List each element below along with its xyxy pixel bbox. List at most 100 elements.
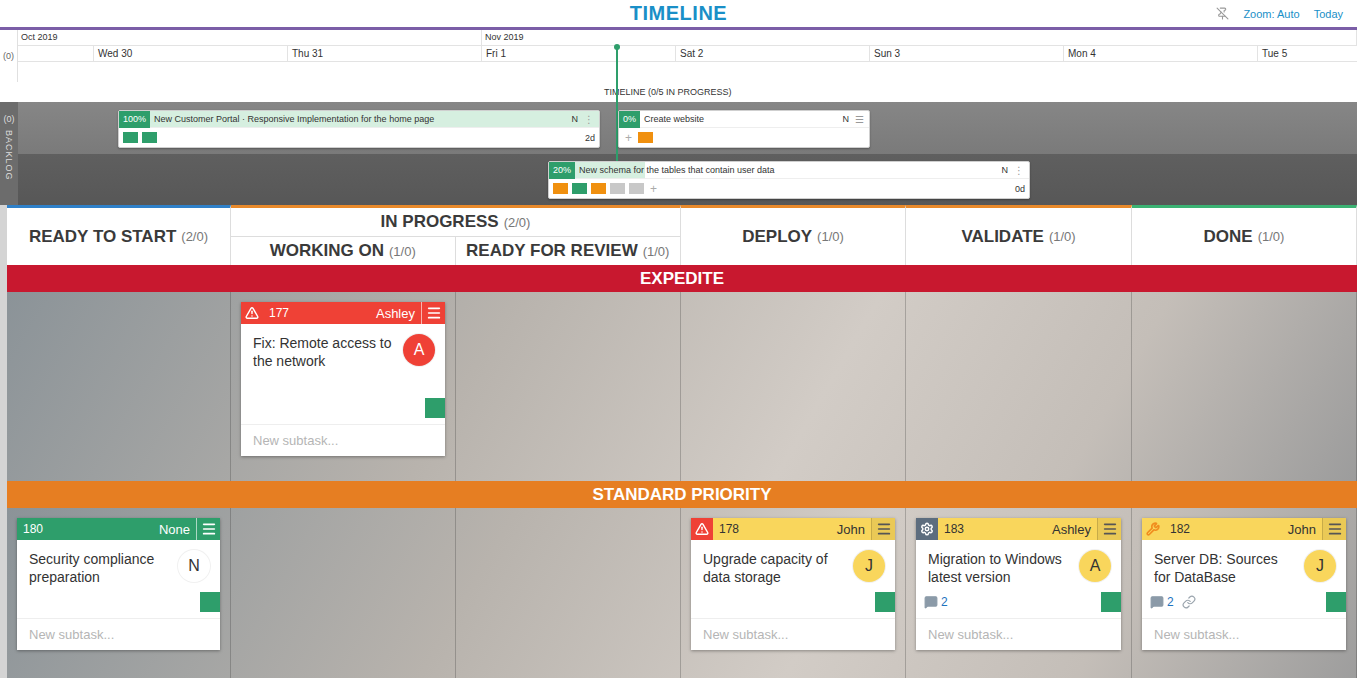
owner-initial: N bbox=[839, 114, 854, 124]
day: Sun 3 bbox=[869, 46, 1063, 61]
today-button[interactable]: Today bbox=[1314, 8, 1343, 20]
task-marker[interactable] bbox=[638, 132, 653, 143]
column-headers: READY TO START(2/0)IN PROGRESS(2/0)WORKI… bbox=[7, 205, 1357, 265]
kanban-board: READY TO START(2/0)IN PROGRESS(2/0)WORKI… bbox=[0, 205, 1357, 678]
card-body: Migration to Windows latest versionA bbox=[916, 540, 1121, 590]
task-card[interactable]: 180NoneSecurity compliance preparationNN… bbox=[17, 518, 220, 650]
comments[interactable]: 2 bbox=[1150, 595, 1174, 609]
card-body: Server DB: Sources for DataBaseJ bbox=[1142, 540, 1346, 590]
menu-icon bbox=[201, 521, 217, 537]
unpin-icon[interactable] bbox=[1216, 7, 1229, 20]
task-marker[interactable] bbox=[875, 592, 895, 612]
new-subtask-input[interactable]: New subtask... bbox=[691, 618, 895, 650]
task-marker[interactable] bbox=[142, 132, 157, 143]
board-cell: 180NoneSecurity compliance preparationNN… bbox=[7, 508, 231, 678]
timeline-item-tasks: + bbox=[619, 128, 869, 147]
task-marker[interactable] bbox=[425, 398, 445, 418]
duration: 2d bbox=[585, 133, 595, 143]
lane-label: (0)BACKLOG bbox=[0, 102, 18, 205]
lane-header[interactable]: STANDARD PRIORITY bbox=[7, 481, 1357, 508]
column-title: READY FOR REVIEW bbox=[466, 241, 638, 261]
task-card[interactable]: 182JohnServer DB: Sources for DataBaseJ 2… bbox=[1142, 518, 1346, 650]
board-cell bbox=[456, 508, 681, 678]
column-title: DEPLOY bbox=[742, 227, 812, 247]
progress-badge: 0% bbox=[619, 111, 640, 128]
comments[interactable]: 2 bbox=[924, 595, 948, 609]
lane-header[interactable]: EXPEDITE bbox=[7, 265, 1357, 292]
task-marker[interactable] bbox=[572, 183, 587, 194]
day: Mon 4 bbox=[1063, 46, 1257, 61]
lane-count: (0) bbox=[4, 114, 15, 124]
add-task-button[interactable]: + bbox=[648, 182, 659, 196]
card-header: 182John bbox=[1142, 518, 1346, 540]
card-owner: John bbox=[1288, 522, 1322, 537]
timeline-scale-area: (0)Oct 2019Nov 2019Wed 30Thu 31Fri 1Sat … bbox=[0, 30, 1357, 82]
lane-body: 177AshleyFix: Remote access to the netwo… bbox=[7, 292, 1357, 481]
card-id: 177 bbox=[263, 306, 376, 320]
board-cell bbox=[906, 292, 1132, 481]
link-icon[interactable] bbox=[1182, 595, 1196, 609]
task-card[interactable]: 183AshleyMigration to Windows latest ver… bbox=[916, 518, 1121, 650]
day: Wed 30 bbox=[93, 46, 287, 61]
card-menu[interactable] bbox=[1322, 518, 1346, 540]
card-type-box bbox=[691, 518, 713, 540]
month-row: Oct 2019Nov 2019 bbox=[18, 30, 1357, 46]
menu-icon bbox=[426, 305, 442, 321]
task-marker[interactable] bbox=[629, 183, 644, 194]
new-subtask-input[interactable]: New subtask... bbox=[17, 618, 220, 650]
timeline-item[interactable]: 20%New schema for the tables that contai… bbox=[548, 161, 1030, 199]
card-menu[interactable] bbox=[871, 518, 895, 540]
task-marker[interactable] bbox=[123, 132, 138, 143]
item-menu[interactable]: ⋮ bbox=[582, 114, 599, 125]
card-header: 178John bbox=[691, 518, 895, 540]
day: Sat 2 bbox=[675, 46, 869, 61]
timeline-item-header: 0%Create websiteN☰ bbox=[619, 111, 869, 128]
card-title: Fix: Remote access to the network bbox=[253, 334, 395, 392]
column-title: DONE bbox=[1204, 227, 1253, 247]
column-count: (1/0) bbox=[1049, 229, 1076, 244]
task-marker[interactable] bbox=[610, 183, 625, 194]
task-marker[interactable] bbox=[553, 183, 568, 194]
column-header: DEPLOY(1/0) bbox=[681, 205, 906, 265]
column-title: VALIDATE bbox=[961, 227, 1043, 247]
card-menu[interactable] bbox=[196, 518, 220, 540]
day: Fri 1 bbox=[481, 46, 675, 61]
timeline-item-tasks: +0d bbox=[549, 179, 1029, 198]
item-menu[interactable]: ⋮ bbox=[1012, 165, 1029, 176]
new-subtask-input[interactable]: New subtask... bbox=[241, 424, 445, 456]
gear-icon bbox=[920, 522, 934, 536]
task-card[interactable]: 178JohnUpgrade capacity of data storageJ… bbox=[691, 518, 895, 650]
card-type-box bbox=[1142, 518, 1164, 540]
task-marker[interactable] bbox=[1326, 592, 1346, 612]
board-cell bbox=[1132, 292, 1357, 481]
new-subtask-input[interactable]: New subtask... bbox=[916, 618, 1121, 650]
header-count: (0) bbox=[0, 30, 18, 82]
card-menu[interactable] bbox=[421, 302, 445, 324]
new-subtask-input[interactable]: New subtask... bbox=[1142, 618, 1346, 650]
timeline: TIMELINEZoom: AutoToday(0)Oct 2019Nov 20… bbox=[0, 0, 1357, 205]
timeline-scale: Oct 2019Nov 2019Wed 30Thu 31Fri 1Sat 2Su… bbox=[18, 30, 1357, 82]
menu-icon bbox=[1327, 521, 1343, 537]
timeline-item-header: 100%New Customer Portal · Responsive Imp… bbox=[119, 111, 599, 128]
timeline-item[interactable]: 100%New Customer Portal · Responsive Imp… bbox=[118, 110, 600, 148]
comment-icon bbox=[1150, 595, 1164, 609]
item-menu[interactable]: ☰ bbox=[853, 114, 869, 125]
task-card[interactable]: 177AshleyFix: Remote access to the netwo… bbox=[241, 302, 445, 456]
card-header: 180None bbox=[17, 518, 220, 540]
lane-body: 180NoneSecurity compliance preparationNN… bbox=[7, 508, 1357, 678]
column-header: VALIDATE (1/0) bbox=[906, 205, 1132, 265]
board-cell: 177AshleyFix: Remote access to the netwo… bbox=[231, 292, 456, 481]
add-task-button[interactable]: + bbox=[623, 131, 634, 145]
timeline-title: TIMELINE bbox=[630, 2, 727, 25]
duration: 0d bbox=[1015, 184, 1025, 194]
progress-badge: 20% bbox=[549, 162, 575, 179]
task-marker[interactable] bbox=[200, 592, 220, 612]
task-marker[interactable] bbox=[1101, 592, 1121, 612]
task-marker[interactable] bbox=[591, 183, 606, 194]
zoom-button[interactable]: Zoom: Auto bbox=[1243, 8, 1299, 20]
card-menu[interactable] bbox=[1097, 518, 1121, 540]
timeline-item[interactable]: 0%Create websiteN☰ + bbox=[618, 110, 870, 148]
app: TIMELINEZoom: AutoToday(0)Oct 2019Nov 20… bbox=[0, 0, 1357, 678]
sub-column-header: WORKING ON(1/0) bbox=[231, 237, 456, 265]
column-count: (2/0) bbox=[504, 215, 531, 230]
